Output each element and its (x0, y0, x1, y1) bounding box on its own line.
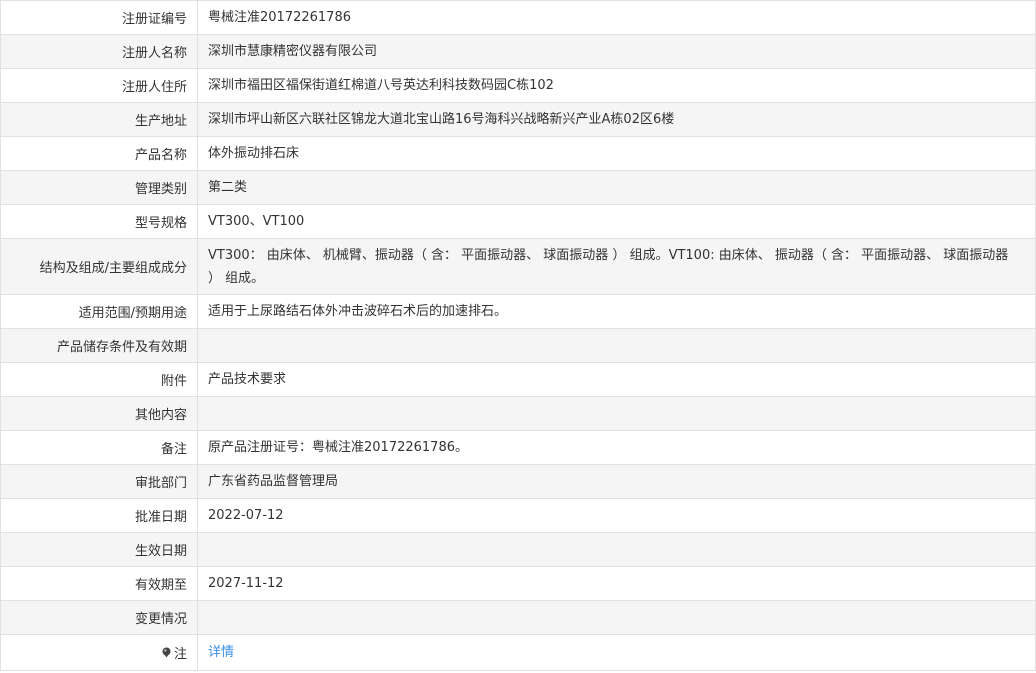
field-label: 注册人名称 (0, 34, 198, 69)
field-label: 管理类别 (0, 170, 198, 205)
field-label: 产品名称 (0, 136, 198, 171)
field-value: 体外振动排石床 (197, 136, 1036, 171)
pin-icon (161, 647, 172, 658)
field-value: 原产品注册证号：粤械注准20172261786。 (197, 430, 1036, 465)
table-row-product-name: 产品名称 体外振动排石床 (0, 136, 1036, 171)
registration-detail-table: 注册证编号 粤械注准20172261786 注册人名称 深圳市慧康精密仪器有限公… (0, 0, 1036, 671)
note-label-text: 注 (173, 647, 187, 662)
table-row-change-history: 变更情况 (0, 600, 1036, 635)
table-row-attachment: 附件 产品技术要求 (0, 362, 1036, 397)
table-row-other-content: 其他内容 (0, 396, 1036, 431)
field-label: 生产地址 (0, 102, 198, 137)
table-row-registrant-address: 注册人住所 深圳市福田区福保街道红棉道八号英达利科技数码园C栋102 (0, 68, 1036, 103)
field-value: 深圳市慧康精密仪器有限公司 (197, 34, 1036, 69)
field-label: 注册人住所 (0, 68, 198, 103)
table-row-production-address: 生产地址 深圳市坪山新区六联社区锦龙大道北宝山路16号海科兴战略新兴产业A栋02… (0, 102, 1036, 137)
field-label: 审批部门 (0, 464, 198, 499)
field-value (197, 396, 1036, 431)
table-row-intended-use: 适用范围/预期用途 适用于上尿路结石体外冲击波碎石术后的加速排石。 (0, 294, 1036, 329)
field-value (197, 328, 1036, 363)
field-label: 批准日期 (0, 498, 198, 533)
field-value: VT300、VT100 (197, 204, 1036, 239)
table-row-approval-department: 审批部门 广东省药品监督管理局 (0, 464, 1036, 499)
field-label: 生效日期 (0, 532, 198, 567)
table-row-structure-composition: 结构及组成/主要组成成分 VT300： 由床体、 机械臂、振动器（ 含： 平面振… (0, 238, 1036, 295)
field-label: 有效期至 (0, 566, 198, 601)
note-value-cell: 详情 (197, 634, 1036, 671)
field-value: 2027-11-12 (197, 566, 1036, 601)
field-label: 型号规格 (0, 204, 198, 239)
details-link[interactable]: 详情 (208, 645, 234, 660)
table-row-storage-validity: 产品储存条件及有效期 (0, 328, 1036, 363)
field-label: 备注 (0, 430, 198, 465)
field-value: 深圳市坪山新区六联社区锦龙大道北宝山路16号海科兴战略新兴产业A栋02区6楼 (197, 102, 1036, 137)
table-row-note: 注 详情 (0, 634, 1036, 671)
table-row-registration-number: 注册证编号 粤械注准20172261786 (0, 0, 1036, 35)
field-label: 变更情况 (0, 600, 198, 635)
table-row-registrant-name: 注册人名称 深圳市慧康精密仪器有限公司 (0, 34, 1036, 69)
field-value: 适用于上尿路结石体外冲击波碎石术后的加速排石。 (197, 294, 1036, 329)
field-label: 产品储存条件及有效期 (0, 328, 198, 363)
table-row-effective-date: 生效日期 (0, 532, 1036, 567)
field-value: 产品技术要求 (197, 362, 1036, 397)
field-value: 2022-07-12 (197, 498, 1036, 533)
table-row-remarks: 备注 原产品注册证号：粤械注准20172261786。 (0, 430, 1036, 465)
field-value (197, 532, 1036, 567)
field-value: 粤械注准20172261786 (197, 0, 1036, 35)
field-label: 适用范围/预期用途 (0, 294, 198, 329)
table-row-management-category: 管理类别 第二类 (0, 170, 1036, 205)
field-label: 其他内容 (0, 396, 198, 431)
field-label: 结构及组成/主要组成成分 (0, 238, 198, 295)
field-value (197, 600, 1036, 635)
field-value: VT300： 由床体、 机械臂、振动器（ 含： 平面振动器、 球面振动器 ） 组… (197, 238, 1036, 295)
table-row-valid-until: 有效期至 2027-11-12 (0, 566, 1036, 601)
note-label-cell: 注 (0, 634, 198, 671)
note-label: 注 (161, 643, 187, 662)
table-row-approval-date: 批准日期 2022-07-12 (0, 498, 1036, 533)
field-value: 第二类 (197, 170, 1036, 205)
field-label: 附件 (0, 362, 198, 397)
table-row-model-spec: 型号规格 VT300、VT100 (0, 204, 1036, 239)
field-label: 注册证编号 (0, 0, 198, 35)
field-value: 深圳市福田区福保街道红棉道八号英达利科技数码园C栋102 (197, 68, 1036, 103)
field-value: 广东省药品监督管理局 (197, 464, 1036, 499)
